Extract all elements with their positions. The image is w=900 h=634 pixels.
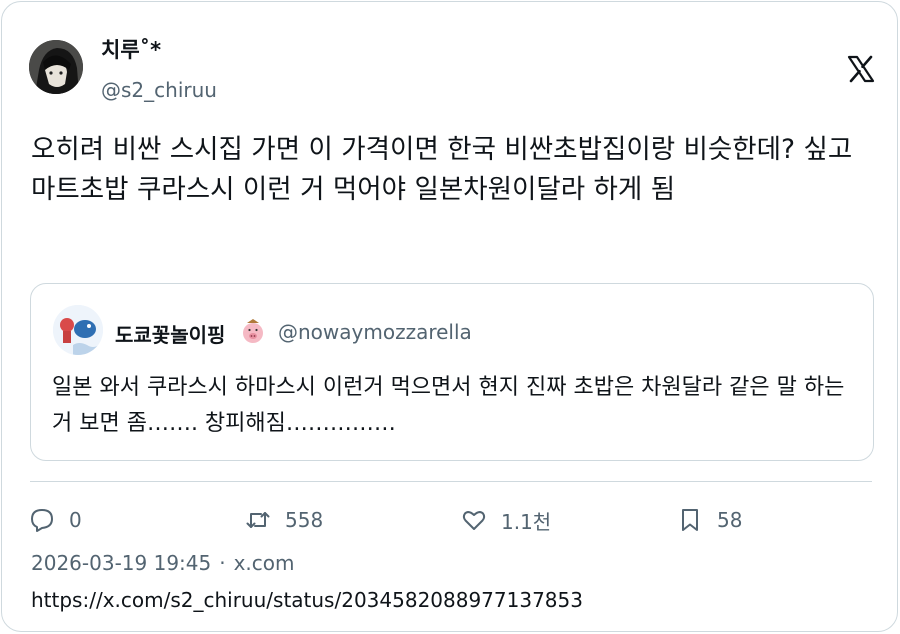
tweet-text: 오히려 비싼 스시집 가면 이 가격이면 한국 비싼초밥집이랑 비슷한데? 싶고… <box>31 134 853 205</box>
tweet-url[interactable]: https://x.com/s2_chiruu/status/203458208… <box>31 588 583 612</box>
author-display-name[interactable]: 치루˚* <box>101 34 161 64</box>
quoted-text: 일본 와서 쿠라스시 하마스시 이런거 먹으면서 현지 진짜 초밥은 차원달라 … <box>52 375 845 436</box>
x-logo-icon[interactable] <box>847 55 875 83</box>
pig-emoji-icon <box>241 318 265 344</box>
tweet-card: 치루˚* @s2_chiruu 오히려 비싼 스시집 가면 이 가격이면 한국 … <box>1 1 898 632</box>
divider <box>30 481 872 482</box>
reply-button[interactable]: 0 <box>29 505 82 535</box>
reply-icon <box>31 509 53 532</box>
reply-count: 0 <box>69 508 82 532</box>
like-count: 1.1천 <box>501 509 552 534</box>
tweet-datetime[interactable]: 2026-03-19 19:45 <box>31 551 211 575</box>
retweet-count: 558 <box>285 508 324 532</box>
retweet-icon <box>246 512 270 528</box>
tweet-meta: 2026-03-19 19:45 · x.com <box>31 551 295 575</box>
quoted-tweet[interactable]: 도쿄꽃놀이핑 @nowaymozzarella 일본 와서 쿠라스시 하마스시 … <box>30 283 874 461</box>
meta-separator: · <box>219 551 226 575</box>
quoted-display-name[interactable]: 도쿄꽃놀이핑 <box>115 319 225 348</box>
tweet-source[interactable]: x.com <box>234 551 295 575</box>
bookmark-count: 58 <box>717 508 743 532</box>
retweet-button[interactable]: 558 <box>245 505 323 535</box>
author-handle[interactable]: @s2_chiruu <box>101 78 217 102</box>
quoted-author-avatar[interactable] <box>53 305 103 355</box>
like-button[interactable]: 1.1천 <box>461 505 551 535</box>
quoted-handle[interactable]: @nowaymozzarella <box>278 320 472 344</box>
bookmark-icon <box>682 509 698 531</box>
author-avatar[interactable] <box>29 40 83 94</box>
like-icon <box>462 511 486 530</box>
bookmark-button[interactable]: 58 <box>677 505 742 535</box>
